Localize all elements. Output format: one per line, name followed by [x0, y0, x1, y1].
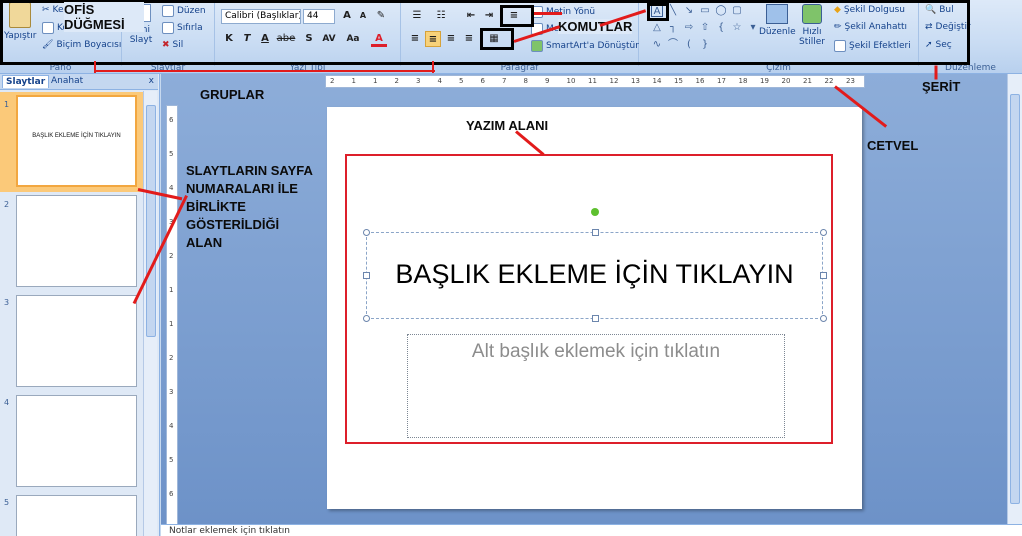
subtitle-placeholder[interactable]: Alt başlık eklemek için tıklatın — [407, 334, 785, 438]
ruler-tick-label: 19 — [760, 77, 769, 85]
annotation-writing-area: YAZIM ALANI — [466, 118, 549, 133]
annotation-groups: GRUPLAR — [200, 87, 265, 102]
ruler-tick-label: 20 — [781, 77, 791, 85]
slide-number: 4 — [4, 398, 10, 407]
pointer-line — [934, 65, 938, 80]
command-annotation-box-3 — [647, 3, 669, 21]
resize-handle[interactable] — [820, 272, 827, 279]
slides-pane: Slaytlar Anahat x 1 BAŞLIK EKLEME İÇİN T… — [0, 74, 160, 536]
slide-thumbnail[interactable] — [16, 295, 137, 387]
ruler-tick-label: 1 — [169, 320, 174, 328]
command-annotation-box-1 — [500, 5, 534, 27]
resize-handle[interactable] — [363, 229, 370, 236]
slide-thumbnail-title: BAŞLIK EKLEME İÇİN TIKLAYIN — [32, 133, 121, 139]
editor-scrollbar-thumb[interactable] — [1010, 94, 1020, 504]
ruler-tick-label: 1 — [373, 77, 378, 85]
ruler-tick-label: 6 — [480, 77, 485, 85]
tab-slides[interactable]: Slaytlar — [2, 75, 50, 88]
ruler-tick-label: 17 — [717, 77, 726, 85]
ruler-tick-label: 22 — [824, 77, 834, 85]
ruler-tick-label: 2 — [394, 77, 399, 85]
ruler-tick-label: 5 — [459, 77, 464, 85]
ruler-tick-label: 3 — [416, 77, 421, 85]
notes-placeholder[interactable]: Notlar eklemek için tıklatın — [169, 526, 290, 536]
resize-handle[interactable] — [363, 272, 370, 279]
slide-thumbnail[interactable] — [16, 395, 137, 487]
ruler-tick-label: 18 — [738, 77, 748, 85]
pointer-line — [432, 61, 434, 73]
annotation-ribbon: ŞERİT — [922, 79, 961, 94]
ruler-tick-label: 1 — [169, 286, 174, 294]
rotation-handle[interactable] — [591, 208, 599, 216]
ruler-tick-label: 11 — [588, 77, 597, 85]
slide-thumbnail[interactable] — [16, 195, 137, 287]
ruler-tick-label: 2 — [169, 252, 174, 260]
annotation-ruler: CETVEL — [867, 138, 919, 153]
ruler-tick-label: 7 — [502, 77, 507, 85]
annotation-commands: KOMUTLAR — [558, 19, 633, 34]
pointer-line — [95, 70, 435, 72]
pointer-line — [534, 12, 562, 15]
slide-number: 5 — [4, 498, 10, 507]
ruler-tick-label: 2 — [169, 354, 174, 362]
notes-pane[interactable]: Notlar eklemek için tıklatın — [161, 524, 1022, 536]
close-icon[interactable]: x — [149, 76, 154, 86]
ruler-tick-label: 21 — [803, 77, 812, 85]
pane-tabs: Slaytlar Anahat x — [0, 74, 158, 90]
ruler-tick-label: 6 — [169, 116, 174, 124]
editor-scrollbar[interactable] — [1007, 74, 1022, 524]
slide-number: 3 — [4, 298, 10, 307]
resize-handle[interactable] — [363, 315, 370, 322]
horizontal-ruler: 2 1 1 2 3 4 5 6 7 8 9 10 11 12 13 14 15 16 17 18 19 20 21 22 23 — [325, 75, 865, 88]
ruler-tick-label: 6 — [169, 490, 174, 498]
slide-title[interactable]: BAŞLIK EKLEME İÇİN TIKLAYIN — [367, 259, 822, 290]
ruler-tick-label: 10 — [566, 77, 576, 85]
title-placeholder[interactable]: BAŞLIK EKLEME İÇİN TIKLAYIN — [366, 232, 823, 319]
vertical-ruler: 654321123456 — [166, 105, 178, 525]
slide-number: 2 — [4, 200, 10, 209]
slide-subtitle[interactable]: Alt başlık eklemek için tıklatın — [408, 341, 784, 363]
ruler-tick-label: 14 — [652, 77, 662, 85]
ruler-tick-label: 4 — [169, 184, 174, 192]
slide-thumbnail[interactable]: BAŞLIK EKLEME İÇİN TIKLAYIN — [16, 95, 137, 187]
ruler-tick-label: 8 — [523, 77, 528, 85]
slide-thumbnail[interactable] — [16, 495, 137, 536]
ruler-tick-label: 1 — [351, 77, 356, 85]
ruler-tick-label: 16 — [695, 77, 705, 85]
pane-scrollbar-thumb[interactable] — [146, 105, 156, 337]
pane-scrollbar[interactable] — [143, 91, 157, 536]
ruler-tick-label: 3 — [169, 388, 174, 396]
ruler-tick-label: 4 — [169, 422, 174, 430]
resize-handle[interactable] — [820, 229, 827, 236]
resize-handle[interactable] — [820, 315, 827, 322]
ruler-tick-label: 5 — [169, 150, 174, 158]
ruler-tick-label: 13 — [631, 77, 640, 85]
pointer-line — [94, 61, 96, 73]
resize-handle[interactable] — [592, 315, 599, 322]
ruler-tick-label: 9 — [545, 77, 550, 85]
ruler-tick-label: 4 — [437, 77, 442, 85]
tab-outline[interactable]: Anahat — [48, 75, 86, 87]
annotation-office-button: OFİS DÜĞMESİ — [64, 2, 144, 32]
command-annotation-box-2 — [480, 28, 514, 50]
ruler-tick-label: 23 — [846, 77, 855, 85]
ruler-tick-label: 5 — [169, 456, 174, 464]
slide-number: 1 — [4, 100, 10, 109]
ruler-tick-label: 12 — [609, 77, 619, 85]
resize-handle[interactable] — [592, 229, 599, 236]
annotation-slide-numbers: SLAYTLARIN SAYFA NUMARALARI İLE BİRLİKTE… — [186, 163, 313, 250]
ruler-tick-label: 15 — [674, 77, 683, 85]
ruler-tick-label: 2 — [330, 77, 335, 85]
